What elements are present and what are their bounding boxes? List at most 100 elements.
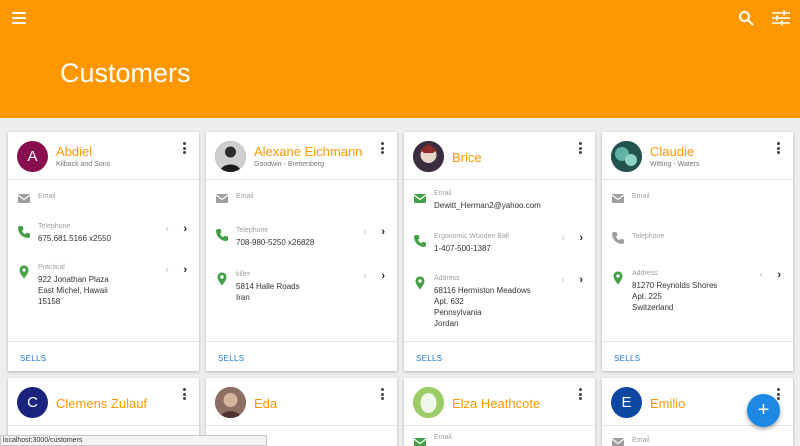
chevron-right-icon[interactable]: › [183,264,187,276]
more-vert-icon[interactable] [579,142,583,154]
telephone-value: 675.681.5166 x2550 [38,234,111,243]
chevron-right-icon[interactable]: › [777,269,781,281]
email-icon [17,194,31,203]
chevron-left-icon[interactable]: ‹ [561,232,565,244]
address-line: 5814 Halle Roads [236,282,300,291]
customer-card: Claudie Witting - Waters Email Telephone… [602,132,793,371]
more-vert-icon[interactable] [579,388,583,400]
phone-icon [414,235,426,247]
avatar: C [17,387,48,418]
more-vert-icon[interactable] [381,388,385,400]
customer-name[interactable]: Abdiel [56,144,92,159]
card-footer: SELLS [8,341,199,371]
sells-button[interactable]: SELLS [20,354,46,363]
menu-icon[interactable] [12,12,26,24]
chevron-left-icon[interactable]: ‹ [165,264,169,276]
customer-name[interactable]: Clemens Zulauf [56,396,147,411]
add-customer-button[interactable]: + [747,394,780,427]
telephone-value: 708-980-5250 x26828 [236,238,315,247]
avatar [413,387,444,418]
avatar-photo [215,141,246,172]
card-footer: SELLS [602,341,793,371]
app-bar: Customers [0,0,800,118]
card-header: Brice [404,132,595,180]
location-icon [19,265,29,279]
avatar-photo [611,141,642,172]
card-header: Claudie Witting - Waters [602,132,793,180]
chevron-left-icon[interactable]: ‹ [561,274,565,286]
address-line: 81270 Reynolds Shores [632,281,718,290]
location-icon [415,276,425,290]
card-footer: SELLS [404,341,595,371]
avatar-photo [413,141,444,172]
address-label: Address [434,275,460,282]
customer-name[interactable]: Brice [452,150,482,165]
chevron-left-icon[interactable]: ‹ [165,223,169,235]
more-vert-icon[interactable] [777,388,781,400]
address-label: Address [632,270,658,277]
address-line: 68116 Hermiston Meadows [434,286,531,295]
more-vert-icon[interactable] [183,142,187,154]
customer-card: Brice Email Dewitt_Herman2@yahoo.com Erg… [404,132,595,371]
chevron-right-icon[interactable]: › [381,270,385,282]
address-line: Apt. 632 [434,297,464,306]
email-label: Email [434,190,452,197]
avatar: E [611,387,642,418]
chevron-left-icon[interactable]: ‹ [363,226,367,238]
address-label: killer [236,271,251,278]
address-line: Pennsylvania [434,308,482,317]
sells-button[interactable]: SELLS [614,354,640,363]
more-vert-icon[interactable] [777,142,781,154]
chevron-right-icon[interactable]: › [579,232,583,244]
phone-icon [18,226,30,238]
telephone-label: Ergonomic Wooden Ball [434,233,509,240]
tune-icon[interactable] [772,10,790,26]
customer-company: Kilback and Sons [56,161,111,168]
customer-name[interactable]: Emilio [650,396,685,411]
status-bar-url: localhost:3000/customers [0,435,267,446]
more-vert-icon[interactable] [183,388,187,400]
sells-button[interactable]: SELLS [218,354,244,363]
address-label: Practical [38,264,65,271]
more-vert-icon[interactable] [381,142,385,154]
email-icon [215,194,229,203]
customer-name[interactable]: Alexane Eichmann [254,144,362,159]
page-title: Customers [60,58,191,88]
email-label: Email [236,193,254,200]
card-header: A Abdiel Kilback and Sons [8,132,199,180]
customer-name[interactable]: Elza Heathcote [452,396,540,411]
location-icon [613,271,623,285]
chevron-right-icon[interactable]: › [579,274,583,286]
telephone-label: Telephone [236,227,269,234]
avatar-photo [215,387,246,418]
customer-name[interactable]: Eda [254,396,277,411]
address-line: Jordan [434,319,459,328]
address-line: Iran [236,293,250,302]
telephone-label: Telephone [38,223,71,230]
email-value: Dewitt_Herman2@yahoo.com [434,201,541,210]
email-icon [611,438,625,446]
sells-button[interactable]: SELLS [416,354,442,363]
chevron-right-icon[interactable]: › [381,226,385,238]
avatar [215,387,246,418]
email-icon [413,194,427,203]
avatar-photo [413,387,444,418]
avatar [215,141,246,172]
card-header: C Clemens Zulauf [8,378,199,426]
card-header: Elza Heathcote [404,378,595,426]
address-line: East Michel, Hawaii [38,286,108,295]
customer-card: Elza Heathcote Email [404,378,595,446]
address-line: Switzerland [632,303,674,312]
customer-card: A Abdiel Kilback and Sons Email Telephon… [8,132,199,371]
chevron-left-icon[interactable]: ‹ [759,269,763,281]
search-icon[interactable] [738,10,754,26]
customer-name[interactable]: Claudie [650,144,694,159]
chevron-left-icon[interactable]: ‹ [363,270,367,282]
avatar [611,141,642,172]
chevron-right-icon[interactable]: › [183,223,187,235]
avatar: A [17,141,48,172]
email-icon [413,438,427,446]
telephone-label: Telephone [632,233,665,240]
address-line: 922 Jonathan Plaza [38,275,109,284]
email-label: Email [632,193,650,200]
